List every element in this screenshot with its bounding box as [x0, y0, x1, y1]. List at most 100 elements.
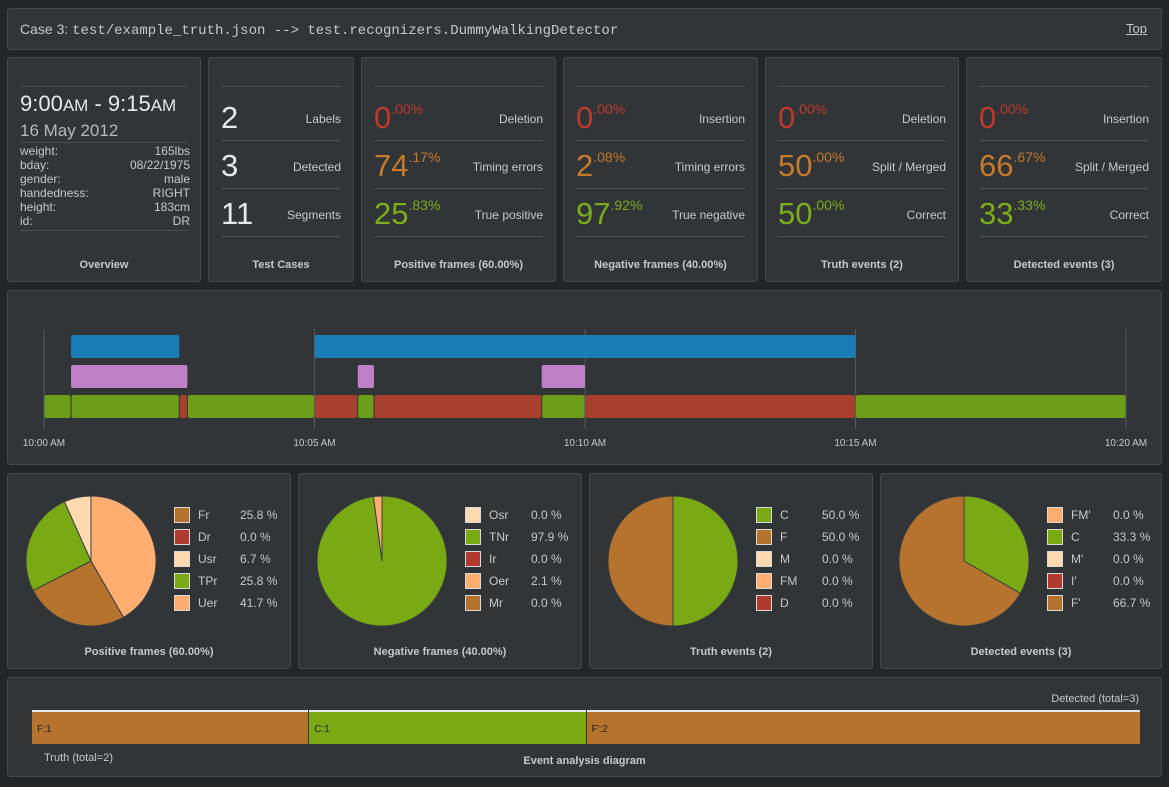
- legend-swatch: [174, 507, 190, 523]
- stat-value: 74.17%: [374, 148, 440, 184]
- stat-value: 25.83%: [374, 196, 440, 232]
- legend-item: Osr 0.0 %: [465, 504, 568, 526]
- stat-int: 50: [778, 148, 813, 183]
- stat-row: 11 Segments: [221, 188, 341, 236]
- stat-row: 50.00% Correct: [778, 188, 946, 236]
- stat-label: Split / Merged: [1074, 160, 1149, 174]
- stat-decimal: .92%: [610, 197, 643, 213]
- info-value: DR: [172, 214, 190, 228]
- top-link[interactable]: Top: [1126, 21, 1147, 36]
- legend-name: FM: [780, 574, 798, 588]
- legend-name: C: [1071, 530, 1080, 544]
- session-time: 9:00AM - 9:15AM: [20, 91, 176, 117]
- stat-value: 0.00%: [979, 100, 1028, 136]
- stat-int: 50: [778, 196, 813, 231]
- legend-swatch: [465, 595, 481, 611]
- card-caption: Truth events (2): [821, 259, 903, 271]
- test-cases-caption: Test Cases: [252, 259, 310, 271]
- legend-name: FM': [1071, 508, 1091, 522]
- legend-name: Usr: [198, 552, 217, 566]
- pie-chart: [25, 495, 157, 627]
- legend-swatch: [756, 573, 772, 589]
- legend-percent: 25.8 %: [240, 508, 278, 522]
- legend-item: Dr 0.0 %: [174, 526, 277, 548]
- pie-chart: [607, 495, 739, 627]
- legend-swatch: [756, 595, 772, 611]
- legend-item: TNr 97.9 %: [465, 526, 568, 548]
- negative-frames-pie-panel: Osr 0.0 % TNr 97.9 % Ir 0.0 % Oer 2.1 % Mr 0.0 % N…: [298, 473, 582, 669]
- stat-int: 0: [576, 100, 594, 135]
- info-row: gender: male: [20, 172, 190, 186]
- legend-name: D: [780, 596, 789, 610]
- timeline-tick-label: 10:10 AM: [564, 438, 606, 449]
- pie-chart: [316, 495, 448, 627]
- legend-percent: 41.7 %: [240, 596, 278, 610]
- detected-events-card: 0.00% Insertion 66.67% Split / Merged 33.33%…: [966, 57, 1162, 282]
- stat-value: 0.00%: [778, 100, 827, 136]
- pie-chart: [898, 495, 1030, 627]
- legend-name: Uer: [198, 596, 218, 610]
- pie-legend: Fr 25.8 % Dr 0.0 % Usr 6.7 % TPr 25.8 % Uer 41.7 …: [174, 504, 277, 614]
- card-caption: Positive frames (60.00%): [393, 259, 523, 271]
- segment-bar: [71, 395, 179, 418]
- stat-row: 33.33% Correct: [979, 188, 1149, 236]
- info-row: handedness: RIGHT: [20, 186, 190, 200]
- time-end: 9:15: [107, 91, 151, 116]
- legend-percent: 0.0 %: [240, 530, 271, 544]
- info-row: bday: 08/22/1975: [20, 158, 190, 172]
- legend-item: Oer 2.1 %: [465, 570, 568, 592]
- legend-percent: 25.8 %: [240, 574, 278, 588]
- stat-row: 25.83% True positive: [374, 188, 543, 236]
- legend-percent: 0.0 %: [531, 552, 562, 566]
- legend-percent: 2.1 %: [531, 574, 562, 588]
- legend-item: M' 0.0 %: [1047, 548, 1150, 570]
- detected-events-pie-panel: FM' 0.0 % C 33.3 % M' 0.0 % I' 0.0 % F' 66.7 % Det…: [880, 473, 1162, 669]
- info-value: RIGHT: [152, 186, 190, 200]
- stat-label: Deletion: [901, 112, 946, 126]
- subject-info: weight: 165lbs bday: 08/22/1975 gender: male h…: [20, 144, 190, 228]
- stat-label: Correct: [1109, 208, 1149, 222]
- legend-swatch: [465, 507, 481, 523]
- legend-percent: 50.0 %: [822, 508, 860, 522]
- event-segment: F:1: [32, 710, 309, 744]
- legend-swatch: [1047, 507, 1063, 523]
- stat-label: Insertion: [698, 112, 745, 126]
- legend-item: FM 0.0 %: [756, 570, 859, 592]
- stat-row: 97.92% True negative: [576, 188, 745, 236]
- segment-bar: [542, 395, 585, 418]
- stat-int: 0: [979, 100, 997, 135]
- info-value: 08/22/1975: [129, 158, 190, 172]
- stat-decimal: .00%: [996, 101, 1029, 117]
- legend-item: I' 0.0 %: [1047, 570, 1150, 592]
- card-caption: Negative frames (40.00%): [594, 259, 727, 271]
- legend-name: Mr: [489, 596, 503, 610]
- info-key: bday:: [20, 158, 50, 172]
- stat-label: Segments: [286, 208, 341, 222]
- legend-item: Ir 0.0 %: [465, 548, 568, 570]
- legend-percent: 33.3 %: [1113, 530, 1151, 544]
- legend-item: M 0.0 %: [756, 548, 859, 570]
- legend-name: M: [780, 552, 790, 566]
- legend-item: Fr 25.8 %: [174, 504, 277, 526]
- stat-decimal: .67%: [1013, 149, 1046, 165]
- stat-value: 2.08%: [576, 148, 625, 184]
- legend-percent: 0.0 %: [1113, 552, 1144, 566]
- card-caption: Detected events (3): [1013, 259, 1115, 271]
- stat-row: 2 Labels: [221, 92, 341, 140]
- timeline-chart: 10:00 AM 10:05 AM 10:10 AM 10:15 AM 10:20 AM: [23, 329, 1147, 449]
- stat-decimal: .00%: [812, 197, 845, 213]
- stat-value: 97.92%: [576, 196, 642, 232]
- stat-value: 33.33%: [979, 196, 1045, 232]
- truth-events-pie-panel: C 50.0 % F 50.0 % M 0.0 % FM 0.0 % D 0.0 % Truth e…: [589, 473, 873, 669]
- legend-swatch: [1047, 595, 1063, 611]
- legend-percent: 0.0 %: [822, 596, 853, 610]
- stat-label: True positive: [474, 208, 543, 222]
- stat-int: 33: [979, 196, 1014, 231]
- stat-decimal: .00%: [795, 101, 828, 117]
- legend-item: C 33.3 %: [1047, 526, 1150, 548]
- event-segment: C:1: [309, 710, 586, 744]
- pie-caption: Truth events (2): [690, 646, 772, 658]
- time-start: 9:00: [20, 91, 63, 116]
- legend-percent: 0.0 %: [531, 508, 562, 522]
- info-row: id: DR: [20, 214, 190, 228]
